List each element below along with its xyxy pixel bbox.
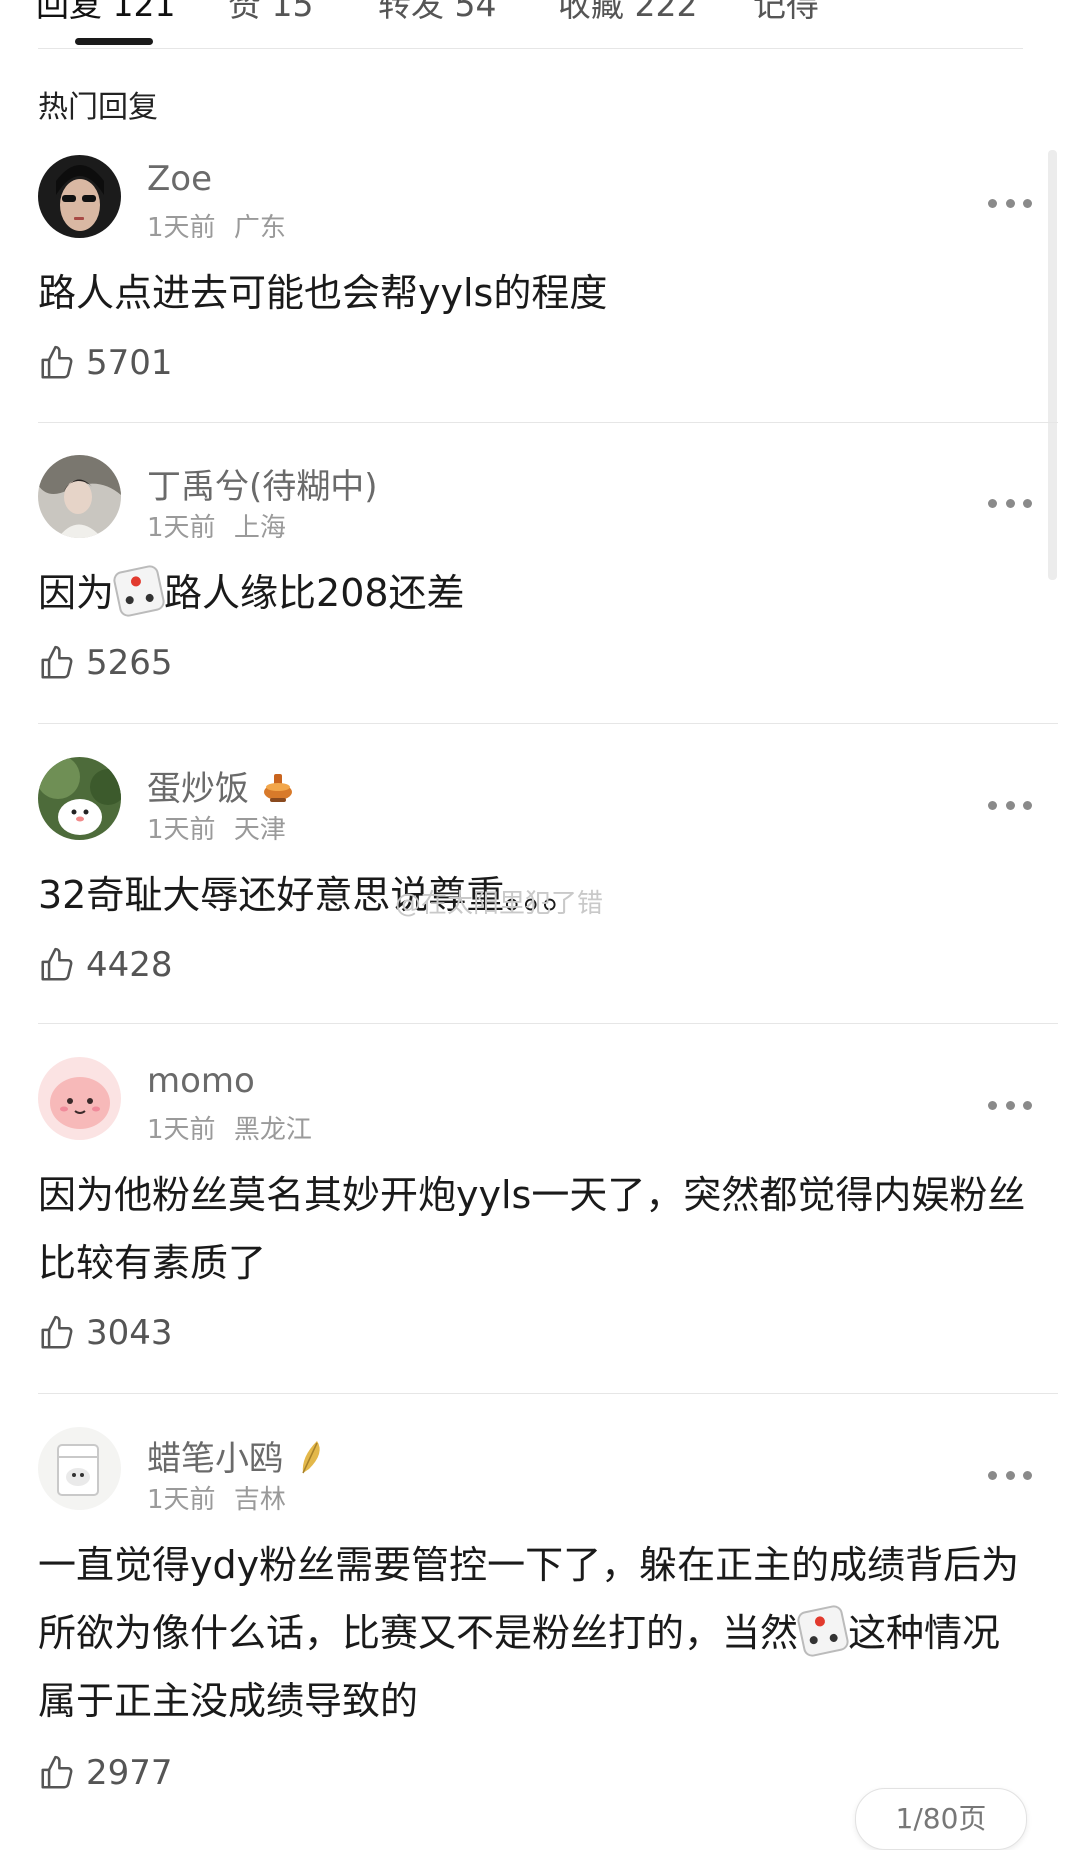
like-button[interactable]: 3043 [38,1313,173,1353]
comment-location: 上海 [233,513,286,543]
comment-text: 因为他粉丝莫名其妙开炮yyls一天了，突然都觉得内娱粉丝比较有素质了 [38,1173,1026,1285]
dice-emoji-icon [795,1603,851,1659]
comment-meta: 1天前 黑龙江 [147,1109,312,1146]
username[interactable]: 蜡笔小鸥 [147,1431,325,1483]
comment-meta: 1天前 天津 [147,809,286,846]
like-button[interactable]: 2977 [38,1753,173,1793]
watermark: @在太阳里犯了错 [395,889,604,919]
comment-text: 一直觉得ydy粉丝需要管控一下了，躲在正主的成绩背后为所欲为像什么话，比赛又不是… [38,1531,1028,1735]
tab-likes[interactable]: 赞 15 [228,0,313,26]
hotpot-badge-icon [261,770,295,812]
avatar[interactable] [38,1057,121,1140]
avatar[interactable] [38,155,121,238]
comment-time: 1天前 [147,1485,216,1515]
tab-reposts[interactable]: 转发 54 [378,0,496,26]
avatar[interactable] [38,757,121,840]
username-text: 蜡笔小鸥 [147,1439,283,1479]
more-options-icon[interactable] [988,1469,1032,1481]
more-options-icon[interactable] [988,497,1032,509]
username[interactable]: 蛋炒饭 [147,761,295,812]
divider [38,1393,1058,1394]
comment-time: 1天前 [147,213,216,243]
comment-time: 1天前 [147,1115,216,1145]
page-indicator[interactable]: 1/80页 [855,1788,1027,1850]
comment-item: momo 1天前 黑龙江 因为他粉丝莫名其妙开炮yyls一天了，突然都觉得内娱粉… [38,1057,1058,1357]
like-count: 3043 [86,1313,173,1353]
comment-item: Zoe 1天前 广东 路人点进去可能也会帮yyls的程度 5701 [38,155,1058,385]
divider [38,723,1058,724]
dice-emoji-icon [111,563,167,619]
avatar[interactable] [38,1427,121,1510]
tab-active-indicator [75,38,153,45]
thumbs-up-icon [41,645,73,679]
tab-favorites[interactable]: 收藏 222 [558,0,697,26]
like-button[interactable]: 5701 [38,343,173,383]
divider [38,422,1058,423]
tab-replies[interactable]: 回复 121 [36,0,175,26]
comment-item: 蛋炒饭 1天前 天津 32奇耻大辱还好意思说尊重。。。 4428 [38,757,1058,987]
thumbs-up-icon [41,1315,73,1349]
tab-remember[interactable]: 记得 [753,0,819,26]
username-text: 蛋炒饭 [147,769,249,809]
section-title: 热门回复 [38,90,158,125]
avatar[interactable] [38,455,121,538]
comment-text: 路人点进去可能也会帮yyls的程度 [38,271,608,315]
comment-time: 1天前 [147,815,216,845]
like-button[interactable]: 4428 [38,945,173,985]
comment-item: 蜡笔小鸥 1天前 吉林 一直觉得ydy粉丝需要管控一下了，躲在正主的成绩背后为所… [38,1427,1058,1827]
feather-badge-icon [295,1439,325,1483]
like-count: 5701 [86,343,173,383]
more-options-icon[interactable] [988,1099,1032,1111]
comment-meta: 1天前 吉林 [147,1479,286,1516]
comment-location: 广东 [233,213,286,243]
username[interactable]: Zoe [147,159,212,199]
comment-text-part: 因为 [38,571,115,615]
username[interactable]: momo [147,1061,255,1101]
like-count: 5265 [86,643,173,683]
thumbs-up-icon [41,947,73,981]
divider [38,1023,1058,1024]
comment-location: 吉林 [233,1485,286,1515]
comment-location: 天津 [233,815,286,845]
comment-location: 黑龙江 [233,1115,312,1145]
username[interactable]: 丁禹兮(待糊中) [147,459,378,508]
comment-meta: 1天前 上海 [147,507,286,544]
tab-bar: 回复 121 赞 15 转发 54 收藏 222 记得 [36,0,1023,49]
comment-text-part: 路人缘比208还差 [164,571,465,615]
like-count: 2977 [86,1753,173,1793]
comment-text: 因为 路人缘比208还差 [38,559,1028,627]
more-options-icon[interactable] [988,197,1032,209]
comment-meta: 1天前 广东 [147,207,286,244]
more-options-icon[interactable] [988,799,1032,811]
like-count: 4428 [86,945,173,985]
comment-item: 丁禹兮(待糊中) 1天前 上海 因为 路人缘比208还差 5265 [38,455,1058,685]
thumbs-up-icon [41,1755,73,1789]
thumbs-up-icon [41,345,73,379]
like-button[interactable]: 5265 [38,643,173,683]
comment-time: 1天前 [147,513,216,543]
